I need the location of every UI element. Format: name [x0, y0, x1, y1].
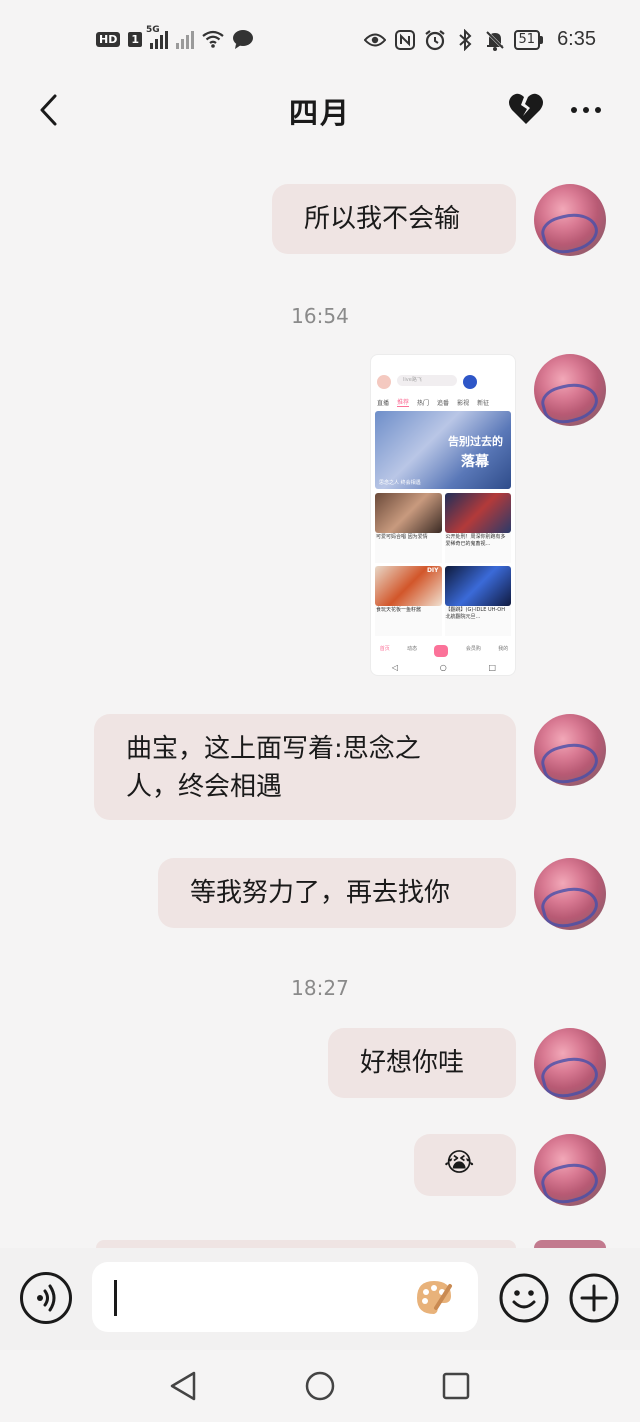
message-bubble[interactable]: 等我努力了，再去找你: [158, 858, 516, 928]
screenshot-video-grid: 可爱可妈合唱 因为爱情 公开处刑！周深你别跑有多爱稀奇已的鬼畜视… DIY 食玩…: [371, 491, 515, 638]
screenshot-tab: 热门: [417, 399, 430, 407]
screenshot-tab: 影视: [457, 399, 470, 407]
avatar-partial[interactable]: [534, 1240, 606, 1248]
image-message-screenshot[interactable]: live路飞 直播 推荐 热门 追番 影视 新征 告别过去的 落幕 思念之人 终…: [370, 354, 516, 676]
sim-icon: 1: [128, 31, 142, 47]
mute-bell-icon: [484, 29, 506, 51]
avatar[interactable]: [534, 184, 606, 256]
screenshot-tab-active: 推荐: [397, 399, 410, 407]
screenshot-top-bar: live路飞: [371, 355, 515, 395]
banner-caption: 思念之人 终会相遇: [379, 480, 421, 486]
screenshot-tab: 追番: [437, 399, 450, 407]
screenshot-tabs: 直播 推荐 热门 追番 影视 新征: [371, 395, 515, 409]
banner-title: 告别过去的: [448, 435, 503, 448]
add-attachment-icon[interactable]: [568, 1272, 620, 1324]
battery-icon: 51: [513, 29, 544, 50]
cellular-signal-no-service-icon: [176, 29, 194, 49]
screenshot-card: 可爱可妈合唱 因为爱情: [375, 493, 442, 563]
nfc-icon: [394, 29, 416, 51]
timestamp: 18:27: [291, 976, 349, 1000]
avatar[interactable]: [534, 354, 606, 426]
timestamp: 16:54: [291, 304, 349, 328]
nav-recents-icon[interactable]: [440, 1370, 472, 1402]
avatar[interactable]: [534, 714, 606, 786]
avatar[interactable]: [534, 858, 606, 930]
screenshot-search: live路飞: [397, 375, 457, 386]
banner-title: 落幕: [461, 454, 489, 470]
screenshot-card: 【翻跳】(G)-IDLE UH-OH 北航翻院元旦…: [444, 566, 511, 636]
screenshot-card: DIY 食玩天花板一鱼籽酱: [375, 566, 442, 636]
message-bubble[interactable]: 好想你哇: [328, 1028, 516, 1098]
screenshot-banner: 告别过去的 落幕 思念之人 终会相遇: [375, 411, 511, 489]
input-bar: [0, 1248, 640, 1350]
screenshot-bottom-nav: 首页 动态 会员购 我的: [371, 645, 515, 657]
message-text-line: 曲宝，这上面写着:思念之: [126, 734, 421, 764]
message-text-line: 人，终会相遇: [126, 772, 283, 802]
avatar[interactable]: [534, 1134, 606, 1206]
emoji-picker-icon[interactable]: [498, 1272, 550, 1324]
screenshot-avatar: [377, 375, 391, 389]
chat-header: 四月: [0, 80, 640, 142]
wifi-icon: [202, 28, 224, 50]
status-bar: HD 1 5G 51 6:35: [0, 0, 640, 80]
bluetooth-icon: [454, 28, 476, 51]
message-bubble[interactable]: 曲宝，这上面写着:思念之 人，终会相遇: [94, 714, 516, 820]
message-bubble-emoji[interactable]: 😭: [414, 1134, 516, 1196]
nav-back-icon[interactable]: [168, 1370, 200, 1402]
message-bubble[interactable]: 所以我不会输: [272, 184, 516, 254]
clock: 6:35: [557, 28, 596, 50]
system-nav-bar: [0, 1350, 640, 1422]
screenshot-system-nav: ◁ ○ □: [391, 663, 497, 672]
more-options-button[interactable]: [566, 92, 606, 128]
nav-home-icon[interactable]: [304, 1370, 336, 1402]
screenshot-card: 公开处刑！周深你别跑有多爱稀奇已的鬼畜视…: [444, 493, 511, 563]
broken-heart-icon[interactable]: [506, 90, 546, 130]
eye-icon: [363, 29, 386, 51]
screenshot-game-icon: [463, 375, 477, 389]
message-bubble-partial[interactable]: [96, 1240, 516, 1248]
voice-input-icon[interactable]: [20, 1272, 72, 1324]
avatar[interactable]: [534, 1028, 606, 1100]
message-input[interactable]: [92, 1262, 478, 1332]
screenshot-plus: [434, 645, 449, 657]
screenshot-tab: 新征: [477, 399, 490, 407]
screenshot-tab: 直播: [377, 399, 390, 407]
message-notification-icon: [232, 28, 254, 50]
text-cursor: [114, 1280, 117, 1316]
alarm-icon: [424, 29, 446, 51]
cellular-signal-5g-icon: 5G: [146, 25, 168, 49]
hd-voice-icon: HD: [96, 31, 121, 47]
palette-icon[interactable]: [414, 1278, 454, 1318]
